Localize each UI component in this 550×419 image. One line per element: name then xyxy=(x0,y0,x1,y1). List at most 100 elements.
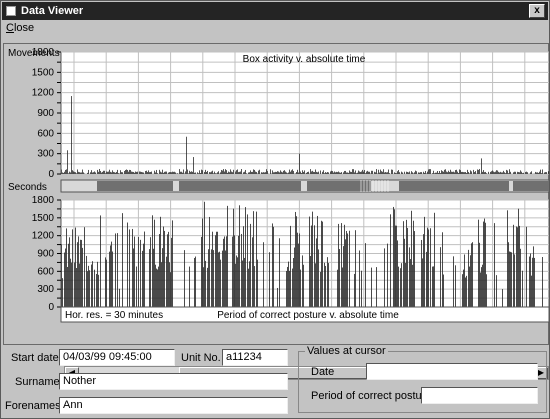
posture-bar xyxy=(172,220,173,307)
activity-bar xyxy=(301,173,302,174)
posture-bar xyxy=(79,263,80,307)
posture-bar xyxy=(249,261,250,307)
title-bar[interactable]: Data Viewer x xyxy=(2,2,548,20)
start-date-field[interactable]: 04/03/99 09:45:00 xyxy=(59,349,175,366)
posture-bar xyxy=(100,215,101,307)
activity-bar xyxy=(201,169,202,174)
activity-bar xyxy=(354,172,355,174)
posture-bar xyxy=(158,266,159,307)
activity-bar xyxy=(182,172,183,174)
activity-bar xyxy=(80,172,81,174)
posture-bar xyxy=(393,206,394,307)
activity-bar xyxy=(183,169,184,174)
posture-bar xyxy=(526,226,527,307)
posture-bar xyxy=(532,257,533,307)
posture-bar xyxy=(159,234,160,307)
activity-bar xyxy=(95,172,96,174)
activity-bar xyxy=(530,172,531,174)
close-button[interactable]: x xyxy=(529,4,545,18)
posture-bar xyxy=(78,236,79,307)
y-tick-label: 0 xyxy=(48,302,54,313)
activity-bar xyxy=(142,172,143,174)
menu-close[interactable]: Close xyxy=(4,22,36,36)
activity-bar xyxy=(104,170,105,174)
activity-bar xyxy=(337,172,338,174)
activity-bar xyxy=(494,172,495,174)
activity-bar xyxy=(253,169,254,174)
activity-bar xyxy=(471,171,472,174)
activity-bar xyxy=(398,170,399,174)
activity-bar xyxy=(520,170,521,174)
values-at-cursor-group: Values at cursor Date Period of correct … xyxy=(298,345,547,413)
posture-bar xyxy=(531,275,532,307)
activity-bar xyxy=(254,169,255,174)
activity-bar xyxy=(218,171,219,174)
activity-bar xyxy=(194,172,195,174)
activity-bar xyxy=(493,171,494,174)
posture-bar xyxy=(232,236,233,307)
unit-no-field[interactable]: a11234 xyxy=(222,349,288,366)
activity-bar xyxy=(325,172,326,174)
y-tick-label: 0 xyxy=(48,169,54,180)
posture-bar xyxy=(115,233,116,307)
posture-bar xyxy=(354,273,355,307)
y-tick-label: 1200 xyxy=(32,88,55,99)
activity-bar xyxy=(519,172,520,174)
posture-bar xyxy=(361,270,362,307)
forenames-field[interactable]: Ann xyxy=(59,397,288,414)
activity-bar xyxy=(544,172,545,174)
posture-bar xyxy=(346,230,347,307)
activity-bar xyxy=(406,171,407,174)
activity-bar xyxy=(491,171,492,174)
activity-bar xyxy=(351,171,352,174)
activity-bar xyxy=(484,172,485,174)
posture-bar xyxy=(292,268,293,307)
posture-bar xyxy=(86,255,87,307)
activity-bar xyxy=(425,171,426,174)
activity-bar xyxy=(225,169,226,174)
y-tick-label: 300 xyxy=(37,284,54,295)
activity-bar xyxy=(361,171,362,174)
activity-bar xyxy=(514,171,515,174)
posture-bar xyxy=(133,248,134,307)
posture-bar xyxy=(70,258,71,307)
posture-bar xyxy=(317,215,318,307)
activity-bar xyxy=(243,172,244,174)
activity-bar xyxy=(217,172,218,174)
posture-bar xyxy=(406,219,407,307)
activity-bar xyxy=(527,172,528,174)
cursor-date-field[interactable] xyxy=(366,363,538,380)
posture-bar xyxy=(248,268,249,307)
posture-bar xyxy=(344,224,345,307)
activity-bar xyxy=(341,172,342,174)
activity-bar xyxy=(538,172,539,174)
activity-bar xyxy=(205,169,206,174)
activity-bar xyxy=(229,172,230,174)
posture-bar xyxy=(409,247,410,307)
activity-bar xyxy=(522,173,523,174)
activity-bar xyxy=(88,169,89,174)
posture-bar xyxy=(64,252,65,307)
activity-bar xyxy=(232,172,233,174)
posture-bar xyxy=(82,247,83,307)
posture-bar xyxy=(112,251,113,307)
activity-bar xyxy=(298,172,299,174)
surname-field[interactable]: Nother xyxy=(59,373,288,390)
posture-bar xyxy=(529,256,530,307)
cursor-posture-field[interactable] xyxy=(421,387,538,404)
posture-bar xyxy=(138,237,139,307)
activity-bar xyxy=(450,169,451,174)
activity-bar xyxy=(174,171,175,174)
posture-bar xyxy=(201,236,202,307)
posture-bar xyxy=(303,264,304,307)
posture-bar xyxy=(371,267,372,307)
activity-bar xyxy=(114,172,115,174)
posture-bar xyxy=(227,205,228,307)
posture-bar xyxy=(217,231,218,307)
activity-bar xyxy=(452,171,453,174)
activity-bar xyxy=(103,170,104,174)
activity-bar xyxy=(423,171,424,174)
activity-bar xyxy=(100,170,101,174)
activity-bar xyxy=(61,169,62,174)
activity-bar xyxy=(409,171,410,174)
